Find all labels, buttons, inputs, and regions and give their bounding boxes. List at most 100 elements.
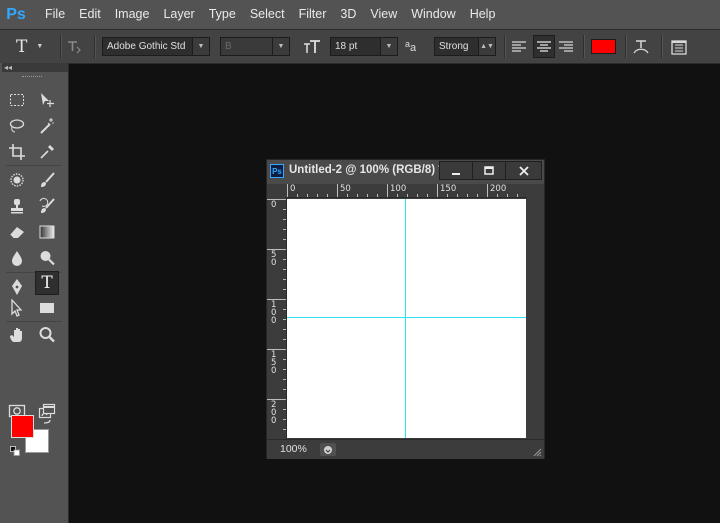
ruler-tick <box>283 269 286 270</box>
chevron-down-icon: ▼ <box>192 38 209 55</box>
menu-type[interactable]: Type <box>202 0 243 29</box>
menu-select[interactable]: Select <box>243 0 292 29</box>
ruler-origin[interactable] <box>267 184 286 197</box>
font-family-select[interactable]: Adobe Gothic Std ▼ <box>102 37 210 56</box>
close-icon <box>518 165 529 176</box>
rectangle-tool[interactable] <box>35 296 59 320</box>
menu-filter[interactable]: Filter <box>292 0 334 29</box>
maximize-icon <box>484 165 494 175</box>
hand-tool[interactable] <box>5 323 29 347</box>
ruler-label: 2 0 0 <box>271 400 277 426</box>
history-brush-tool[interactable] <box>35 194 59 218</box>
warp-text-icon <box>633 39 649 53</box>
divider <box>504 35 506 58</box>
path-selection-tool[interactable] <box>5 296 29 320</box>
brush-tool[interactable] <box>35 168 59 192</box>
ruler-label: 0 <box>290 184 296 194</box>
foreground-color-swatch[interactable] <box>11 415 34 438</box>
ruler-tick <box>267 399 286 400</box>
align-right-icon <box>559 40 573 52</box>
rectangle-icon <box>40 303 54 313</box>
lasso-tool[interactable] <box>5 114 29 138</box>
menu-file[interactable]: File <box>38 0 72 29</box>
ruler-tick <box>283 319 286 320</box>
gradient-tool[interactable] <box>35 220 59 244</box>
font-family-value: Adobe Gothic Std <box>107 41 186 52</box>
clone-stamp-tool[interactable] <box>5 194 29 218</box>
brush-icon <box>41 172 55 187</box>
zoom-icon <box>39 327 55 343</box>
align-left-icon <box>512 40 526 52</box>
tools-grip[interactable] <box>22 76 42 79</box>
ruler-tick <box>427 194 428 197</box>
pen-icon <box>12 279 22 295</box>
zoom-tool[interactable] <box>35 323 59 347</box>
menu-edit[interactable]: Edit <box>72 0 108 29</box>
tools-collapse-button[interactable]: ◂◂ <box>2 63 68 72</box>
vertical-guide[interactable] <box>405 199 406 438</box>
maximize-button[interactable] <box>472 161 506 180</box>
font-size-select[interactable]: 18 pt ▼ <box>330 37 398 56</box>
move-tool[interactable] <box>35 88 59 112</box>
dodge-tool[interactable] <box>35 246 59 270</box>
vertical-scrollbar[interactable] <box>527 184 544 440</box>
antialias-select[interactable]: Strong ▲▼ <box>434 37 496 56</box>
blur-tool[interactable] <box>5 246 29 270</box>
menu-help[interactable]: Help <box>463 0 503 29</box>
ruler-tick <box>447 194 448 197</box>
font-style-select[interactable]: B ▼ <box>220 37 290 56</box>
character-paragraph-panel-button[interactable] <box>670 30 692 63</box>
zoom-level[interactable]: 100% <box>280 443 307 455</box>
document-title: Untitled-2 @ 100% (RGB/8) * <box>289 164 443 176</box>
minimize-button[interactable] <box>439 161 473 180</box>
warp-text-button[interactable] <box>632 30 654 63</box>
document-title-bar[interactable]: Ps Untitled-2 @ 100% (RGB/8) * <box>267 160 544 184</box>
horizontal-guide[interactable] <box>287 317 526 318</box>
text-color-swatch[interactable] <box>591 39 616 54</box>
crop-tool[interactable] <box>5 140 29 164</box>
menu-3d[interactable]: 3D <box>333 0 363 29</box>
menu-window[interactable]: Window <box>404 0 462 29</box>
menu-layer[interactable]: Layer <box>156 0 201 29</box>
antialias-icon-wrap: aa <box>405 30 427 63</box>
align-right-button[interactable] <box>558 30 578 63</box>
screen-mode-button[interactable] <box>35 399 59 423</box>
ruler-label: 200 <box>490 184 507 194</box>
ruler-tick <box>417 194 418 197</box>
ruler-tick <box>517 194 518 197</box>
ruler-label: 0 <box>271 200 277 210</box>
spot-healing-brush-tool[interactable] <box>5 168 29 192</box>
eyedropper-tool[interactable] <box>35 140 59 164</box>
horizontal-ruler[interactable]: 0 50 100 150 200 <box>286 184 527 198</box>
eraser-tool[interactable] <box>5 220 29 244</box>
path-selection-icon <box>11 299 23 317</box>
ruler-tick <box>283 209 286 210</box>
menu-view[interactable]: View <box>363 0 404 29</box>
ruler-label: 5 0 <box>271 250 277 268</box>
magic-wand-tool[interactable] <box>35 114 59 138</box>
align-center-button[interactable] <box>533 35 555 58</box>
magic-wand-icon <box>40 118 54 134</box>
rectangular-marquee-tool[interactable] <box>5 88 29 112</box>
history-brush-icon <box>39 197 55 213</box>
ruler-tick <box>283 409 286 410</box>
tool-preset-picker[interactable]: T ▼ <box>16 30 56 63</box>
horizontal-type-tool[interactable]: T <box>35 271 59 295</box>
default-colors-icon[interactable] <box>10 445 20 456</box>
status-bar: 100% <box>267 439 544 459</box>
status-menu-button[interactable] <box>320 443 336 456</box>
document-canvas[interactable] <box>287 199 526 438</box>
ruler-tick <box>477 194 478 197</box>
close-button[interactable] <box>505 161 542 180</box>
resize-grip-icon[interactable] <box>532 447 542 457</box>
status-menu-icon <box>324 445 332 454</box>
toggle-text-orientation-button[interactable] <box>66 30 88 63</box>
align-left-button[interactable] <box>511 30 531 63</box>
chevron-down-icon: ▼ <box>36 43 44 50</box>
ruler-tick <box>283 329 286 330</box>
menu-image[interactable]: Image <box>108 0 157 29</box>
healing-brush-icon <box>10 173 24 187</box>
font-size-icon <box>304 39 320 53</box>
divider <box>6 165 62 166</box>
vertical-ruler[interactable]: 0 5 0 1 0 0 1 5 0 2 0 0 <box>267 197 287 440</box>
